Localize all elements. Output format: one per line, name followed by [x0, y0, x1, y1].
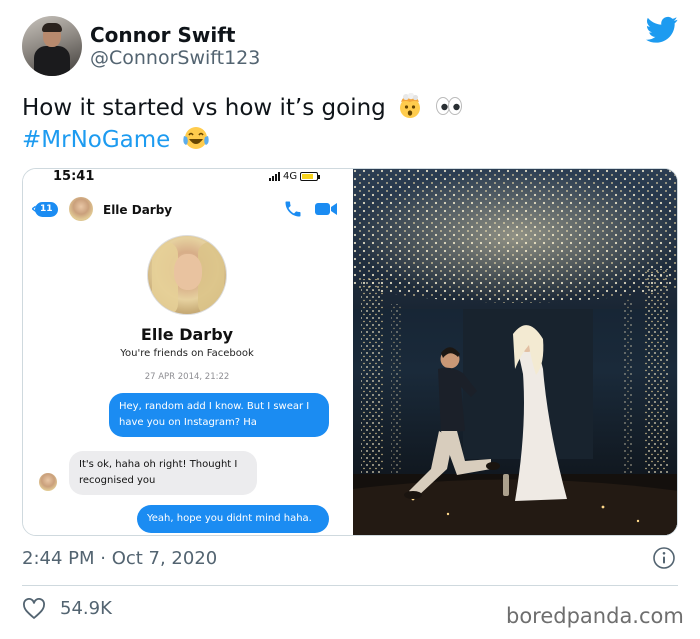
- status-indicators: 4G: [269, 171, 321, 182]
- profile-photo: [147, 235, 227, 315]
- contact-avatar: [69, 197, 93, 221]
- proposal-photo-image: [353, 169, 677, 535]
- divider: [22, 585, 678, 586]
- back-badge[interactable]: 11: [35, 202, 58, 217]
- proposal-photo: [353, 169, 677, 535]
- video-camera-icon[interactable]: [314, 201, 338, 217]
- author-handle[interactable]: @ConnorSwift123: [90, 47, 260, 69]
- tweet-timestamp[interactable]: 2:44 PM · Oct 7, 2020: [22, 548, 217, 569]
- profile-name: Elle Darby: [140, 325, 234, 344]
- tears-of-joy-emoji: [182, 127, 209, 149]
- tweet-media[interactable]: 15:41 4G ‹ 11 Elle Darby Elle Darby You'…: [22, 168, 678, 536]
- phone-icon[interactable]: [283, 199, 303, 219]
- network-label: 4G: [283, 171, 298, 182]
- tweet-header: Connor Swift @ConnorSwift123: [22, 16, 682, 78]
- author-avatar[interactable]: [22, 16, 82, 76]
- message-bubble-outgoing: Yeah, hope you didnt mind haha.: [137, 505, 329, 533]
- like-count: 54.9K: [60, 598, 112, 619]
- battery-icon: [300, 172, 321, 181]
- watermark: boredpanda.com: [506, 604, 684, 628]
- exploding-head-emoji: [400, 93, 421, 118]
- author-name[interactable]: Connor Swift: [90, 23, 235, 47]
- chat-header: ‹ 11 Elle Darby: [23, 193, 351, 227]
- info-icon[interactable]: [652, 546, 676, 570]
- twitter-bird-icon: [646, 16, 678, 43]
- status-time: 15:41: [53, 169, 95, 184]
- signal-icon: [269, 172, 280, 181]
- message-bubble-incoming: It's ok, haha oh right! Thought I recogn…: [69, 451, 257, 495]
- sender-avatar: [39, 473, 57, 491]
- messenger-screenshot: 15:41 4G ‹ 11 Elle Darby Elle Darby You'…: [23, 169, 351, 535]
- profile-subtitle: You're friends on Facebook: [120, 348, 254, 359]
- eyes-emoji: [436, 97, 463, 115]
- tweet-text-line1: How it started vs how it’s going: [22, 95, 386, 121]
- date-separator: 27 APR 2014, 21:22: [144, 372, 230, 382]
- heart-icon[interactable]: [22, 598, 46, 620]
- tweet-text: How it started vs how it’s going #MrNoGa…: [22, 92, 464, 156]
- message-bubble-outgoing: Hey, random add I know. But I swear I ha…: [109, 393, 329, 437]
- contact-name: Elle Darby: [103, 203, 173, 217]
- hashtag-link[interactable]: #MrNoGame: [22, 127, 170, 153]
